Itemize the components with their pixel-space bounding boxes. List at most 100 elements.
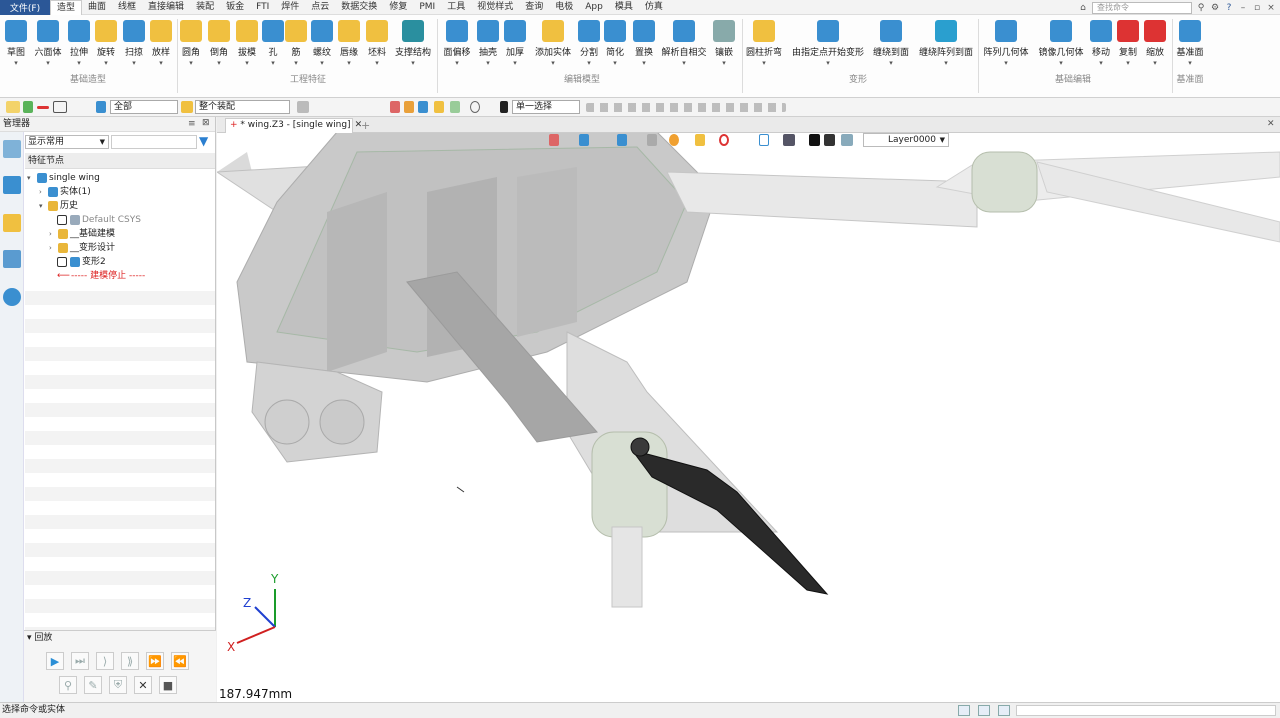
chevron-down-icon[interactable]: ▾ (77, 59, 81, 67)
tree-row-deform2[interactable]: 变形2 (25, 255, 215, 269)
box-select-icon[interactable] (53, 101, 67, 113)
view-tool-7[interactable] (719, 134, 729, 146)
square-icon[interactable]: ■ (159, 676, 177, 694)
close-icon[interactable]: × (1266, 3, 1276, 13)
rewind-icon[interactable]: ⏪ (171, 652, 189, 670)
menu-tab-fti[interactable]: FTI (250, 0, 275, 15)
menu-tab-inquire[interactable]: 查询 (519, 0, 549, 15)
view-tool-4[interactable] (647, 134, 657, 146)
filter-select[interactable]: 全部 (110, 100, 178, 114)
filter-icon[interactable] (96, 101, 106, 113)
menu-tab-direct-edit[interactable]: 直接编辑 (142, 0, 190, 15)
statusbar-icon-1[interactable] (958, 705, 970, 716)
toolbar-icon-c[interactable] (404, 101, 414, 113)
settings-icon[interactable]: ⚙ (1210, 3, 1220, 13)
filter-text-field[interactable] (111, 135, 197, 149)
scale-button[interactable]: 缩放 ▾ (1144, 18, 1166, 84)
menu-tab-surface[interactable]: 曲面 (82, 0, 112, 15)
chamfer-button[interactable]: 倒角 ▾ (208, 18, 230, 84)
view-tool-3[interactable] (617, 134, 627, 146)
chevron-down-icon[interactable]: ▾ (889, 59, 893, 67)
view-manager-icon[interactable] (3, 250, 21, 268)
expand-icon[interactable]: › (49, 241, 52, 255)
thicken-button[interactable]: 加厚 ▾ (504, 18, 526, 84)
move-button[interactable]: 移动 ▾ (1090, 18, 1112, 84)
menu-tab-mold[interactable]: 模具 (609, 0, 639, 15)
fast-forward-icon[interactable]: ⏩ (146, 652, 164, 670)
chevron-down-icon[interactable]: ▾ (587, 59, 591, 67)
tree-row-solids[interactable]: › 实体(1) (25, 185, 215, 199)
checkbox-icon[interactable] (57, 257, 67, 267)
viewport-close-icon[interactable]: ✕ (1267, 119, 1275, 129)
checkbox-icon[interactable] (57, 215, 67, 225)
toolbar-icon-d[interactable] (418, 101, 428, 113)
user-manager-icon[interactable] (3, 288, 21, 306)
menu-tab-visual-style[interactable]: 视觉样式 (471, 0, 519, 15)
view-tool-2[interactable] (579, 134, 589, 146)
pencil-icon[interactable]: ✎ (84, 676, 102, 694)
chevron-down-icon[interactable]: ▾ (217, 59, 221, 67)
tree-row-deform[interactable]: › __变形设计 (25, 241, 215, 255)
menu-tab-electrode[interactable]: 电极 (549, 0, 579, 15)
menu-tab-wireframe[interactable]: 线框 (112, 0, 142, 15)
rotate-icon[interactable] (470, 101, 480, 113)
pick-cursor-icon[interactable] (6, 101, 20, 113)
chevron-down-icon[interactable]: ▾ (551, 59, 555, 67)
chevron-down-icon[interactable]: ▾ (1059, 59, 1063, 67)
command-search-input[interactable]: 查找命令 (1092, 1, 1192, 14)
help-icon[interactable]: ? (1224, 3, 1234, 13)
rollback-arrow-icon[interactable]: ⟵ (57, 269, 70, 283)
panel-close-icon[interactable]: ⊠ (202, 118, 210, 128)
view-tool-8[interactable] (759, 134, 769, 146)
chevron-down-icon[interactable]: ▾ (1099, 59, 1103, 67)
toolbar-icon-a[interactable] (297, 101, 309, 113)
hexahedron-button[interactable]: 六面体 ▾ (35, 18, 62, 84)
support-structure-button[interactable]: 支撑结构 ▾ (395, 18, 431, 84)
expand-icon[interactable]: › (39, 185, 42, 199)
resolve-self-intersect-button[interactable]: 解析自相交 ▾ (662, 18, 707, 84)
view-tool-1[interactable] (549, 134, 559, 146)
chevron-down-icon[interactable]: ▾ (347, 59, 351, 67)
fillet-button[interactable]: 圆角 ▾ (180, 18, 202, 84)
chevron-down-icon[interactable]: ▾ (411, 59, 415, 67)
copy-button[interactable]: 复制 ▾ (1117, 18, 1139, 84)
tree-row-basic[interactable]: › __基础建模 (25, 227, 215, 241)
chevron-down-icon[interactable]: ▾ (189, 59, 193, 67)
menu-tab-data-exchange[interactable]: 数据交换 (335, 0, 383, 15)
layer-select[interactable]: Layer0000 ▼ (863, 133, 949, 147)
menu-tab-pmi[interactable]: PMI (413, 0, 441, 15)
step-forward-icon[interactable]: ⏭ (71, 652, 89, 670)
tree-row-history[interactable]: ▾ 历史 (25, 199, 215, 213)
file-menu-button[interactable]: 文件(F) (0, 0, 50, 15)
assembly-manager-icon[interactable] (3, 176, 21, 194)
emboss-button[interactable]: 镶嵌 ▾ (713, 18, 735, 84)
document-tab[interactable]: + * wing.Z3 - [single wing] ✕ (225, 118, 362, 133)
chevron-down-icon[interactable]: ▾ (271, 59, 275, 67)
assembly-scope-select[interactable]: 整个装配 (195, 100, 290, 114)
face-offset-button[interactable]: 面偏移 ▾ (444, 18, 471, 84)
chevron-down-icon[interactable]: ▾ (682, 59, 686, 67)
select-mode-select[interactable]: 单一选择 (512, 100, 580, 114)
chevron-down-icon[interactable]: ▾ (294, 59, 298, 67)
shell-button[interactable]: 抽壳 ▾ (477, 18, 499, 84)
statusbar-icon-3[interactable] (998, 705, 1010, 716)
menu-tab-app[interactable]: App (579, 0, 609, 15)
new-tab-icon[interactable]: + (361, 119, 370, 132)
blank-button[interactable]: 坯料 ▾ (366, 18, 388, 84)
toolbar-icon-b[interactable] (390, 101, 400, 113)
sweep-button[interactable]: 扫掠 ▾ (123, 18, 145, 84)
loft-button[interactable]: 放样 ▾ (150, 18, 172, 84)
tree-row-stop[interactable]: ⟵ ----- 建模停止 ----- (25, 269, 215, 283)
wrap-pattern-to-face-button[interactable]: 缠绕阵列到面 ▾ (919, 18, 973, 84)
chevron-down-icon[interactable]: ▾ (132, 59, 136, 67)
view-tool-5[interactable] (669, 134, 679, 146)
menu-tab-tools[interactable]: 工具 (441, 0, 471, 15)
link-icon[interactable]: ⚲ (59, 676, 77, 694)
minimize-icon[interactable]: – (1238, 3, 1248, 13)
chevron-down-icon[interactable]: ▾ (14, 59, 18, 67)
toolbar-icon-f[interactable] (450, 101, 460, 113)
chevron-down-icon[interactable]: ▾ (486, 59, 490, 67)
lip-button[interactable]: 唇缘 ▾ (338, 18, 360, 84)
collapse-icon[interactable]: ▾ (27, 171, 31, 185)
chevron-down-icon[interactable]: ▾ (613, 59, 617, 67)
